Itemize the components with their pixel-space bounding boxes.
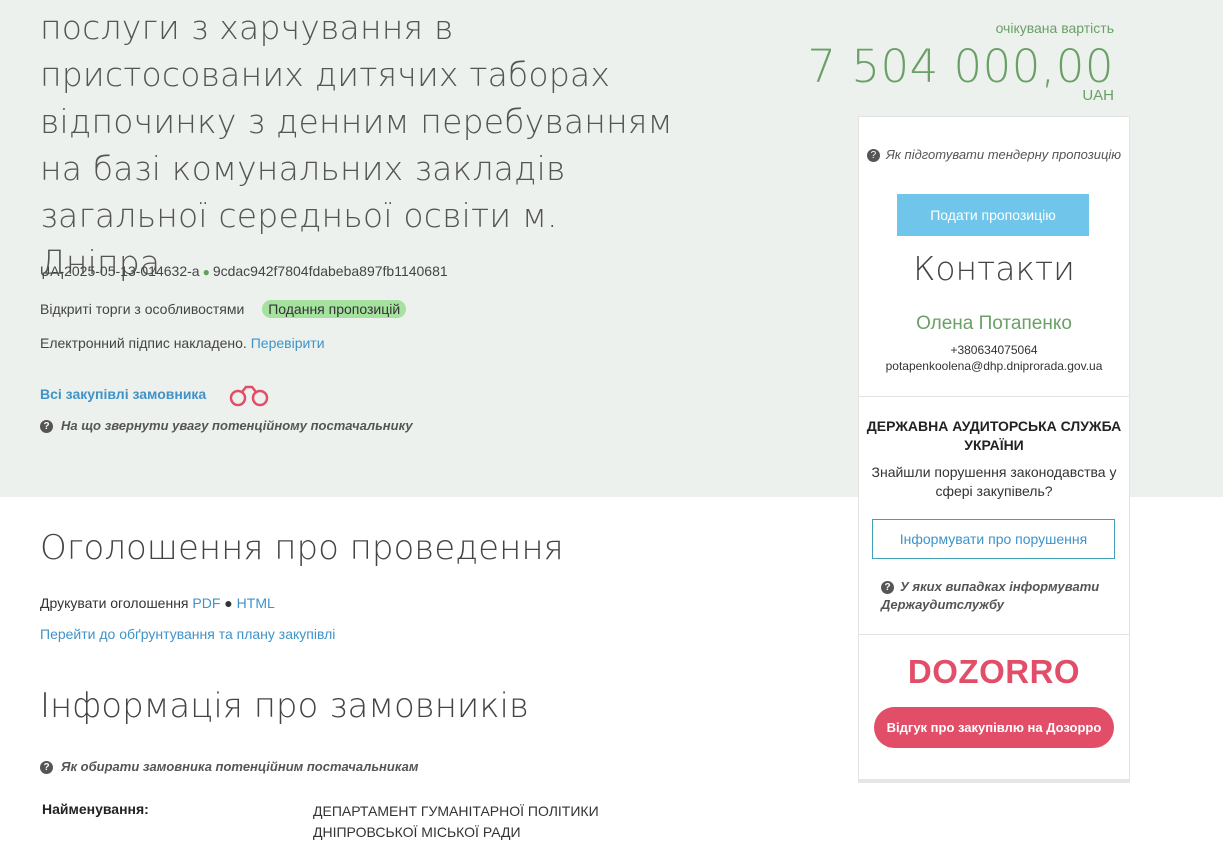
attention-hint[interactable]: ? На що звернути увагу потенційному поста… xyxy=(40,418,413,433)
verify-signature-link[interactable]: Перевірити xyxy=(251,335,325,351)
attention-hint-text: На що звернути увагу потенційному постач… xyxy=(61,418,413,433)
submit-proposal-button[interactable]: Подати пропозицію xyxy=(897,194,1089,236)
prepare-proposal-hint[interactable]: ? Як підготувати тендерну пропозицію xyxy=(859,144,1129,165)
dasu-hint[interactable]: ? У яких випадках інформувати Держаудитсл… xyxy=(881,578,1121,614)
print-label: Друкувати оголошення xyxy=(40,595,189,611)
divider xyxy=(859,396,1129,397)
dasu-title: ДЕРЖАВНА АУДИТОРСЬКА СЛУЖБА УКРАЇНИ xyxy=(866,418,1122,453)
print-pdf-link[interactable]: PDF xyxy=(192,595,220,611)
customer-choice-hint-text: Як обирати замовника потенційним постача… xyxy=(61,759,419,774)
procedure-type: Відкриті торги з особливостями xyxy=(40,301,245,317)
dozorro-logo: DOZORRO xyxy=(907,653,1081,690)
binoculars-icon[interactable] xyxy=(228,384,270,408)
currency: UAH xyxy=(1082,87,1114,104)
contact-email: potapenkoolena@dhp.dniprorada.gov.ua xyxy=(885,359,1103,373)
procedure-line: Відкриті торги з особливостями Подання п… xyxy=(40,300,407,318)
divider xyxy=(859,634,1129,635)
customer-choice-hint[interactable]: ? Як обирати замовника потенційним постач… xyxy=(40,759,418,774)
tender-id-line: UA-2025-05-13-014632-a ● 9cdac942f7804fdab… xyxy=(40,263,448,279)
expected-value: 7 504 000,00 xyxy=(807,40,1114,93)
print-html-link[interactable]: HTML xyxy=(237,595,275,611)
prepare-proposal-hint-text: Як підготувати тендерну пропозицію xyxy=(885,147,1122,162)
expected-value-label: очікувана вартість xyxy=(995,20,1114,36)
status-badge: Подання пропозицій xyxy=(262,300,407,318)
signature-line: Електронний підпис накладено. Перевірити xyxy=(40,335,325,351)
dozorro-feedback-button[interactable]: Відгук про закупівлю на Дозорро xyxy=(874,707,1114,748)
all-purchases-link[interactable]: Всі закупівлі замовника xyxy=(40,386,206,402)
question-icon: ? xyxy=(40,761,53,774)
announcement-title: Оголошення про проведення xyxy=(40,528,564,568)
report-violation-button[interactable]: Інформувати про порушення xyxy=(872,519,1115,559)
separator-dot-icon: ● xyxy=(202,265,210,279)
question-icon: ? xyxy=(866,149,880,162)
signature-text: Електронний підпис накладено. xyxy=(40,335,247,351)
customers-title: Інформація про замовників xyxy=(40,686,529,726)
question-icon: ? xyxy=(40,420,53,433)
contacts-title: Контакти xyxy=(913,249,1075,288)
tender-id: UA-2025-05-13-014632-a xyxy=(40,263,200,279)
question-icon: ? xyxy=(881,581,894,594)
contact-phone: +380634075064 xyxy=(950,343,1038,357)
contact-name: Олена Потапенко xyxy=(916,313,1072,334)
customer-name-value: ДЕПАРТАМЕНТ ГУМАНІТАРНОЇ ПОЛІТИКИ ДНІПРО… xyxy=(313,803,599,840)
customer-name-label: Найменування: xyxy=(42,801,149,817)
procurement-plan-link[interactable]: Перейти до обґрунтування та плану закупі… xyxy=(40,626,335,642)
print-announcement-line: Друкувати оголошення PDF ● HTML xyxy=(40,595,275,611)
tender-hash: 9cdac942f7804fdabeba897fb1140681 xyxy=(212,263,448,279)
dasu-hint-text: У яких випадках інформувати Держаудитслу… xyxy=(881,579,1100,612)
dasu-question: Знайшли порушення законодавства у сфері … xyxy=(871,464,1117,499)
page-title: послуги з харчування в пристосованих дит… xyxy=(40,8,673,282)
sidebar-panel: ? Як підготувати тендерну пропозицію Пода… xyxy=(858,116,1130,783)
separator-dot-icon: ● xyxy=(224,595,233,611)
